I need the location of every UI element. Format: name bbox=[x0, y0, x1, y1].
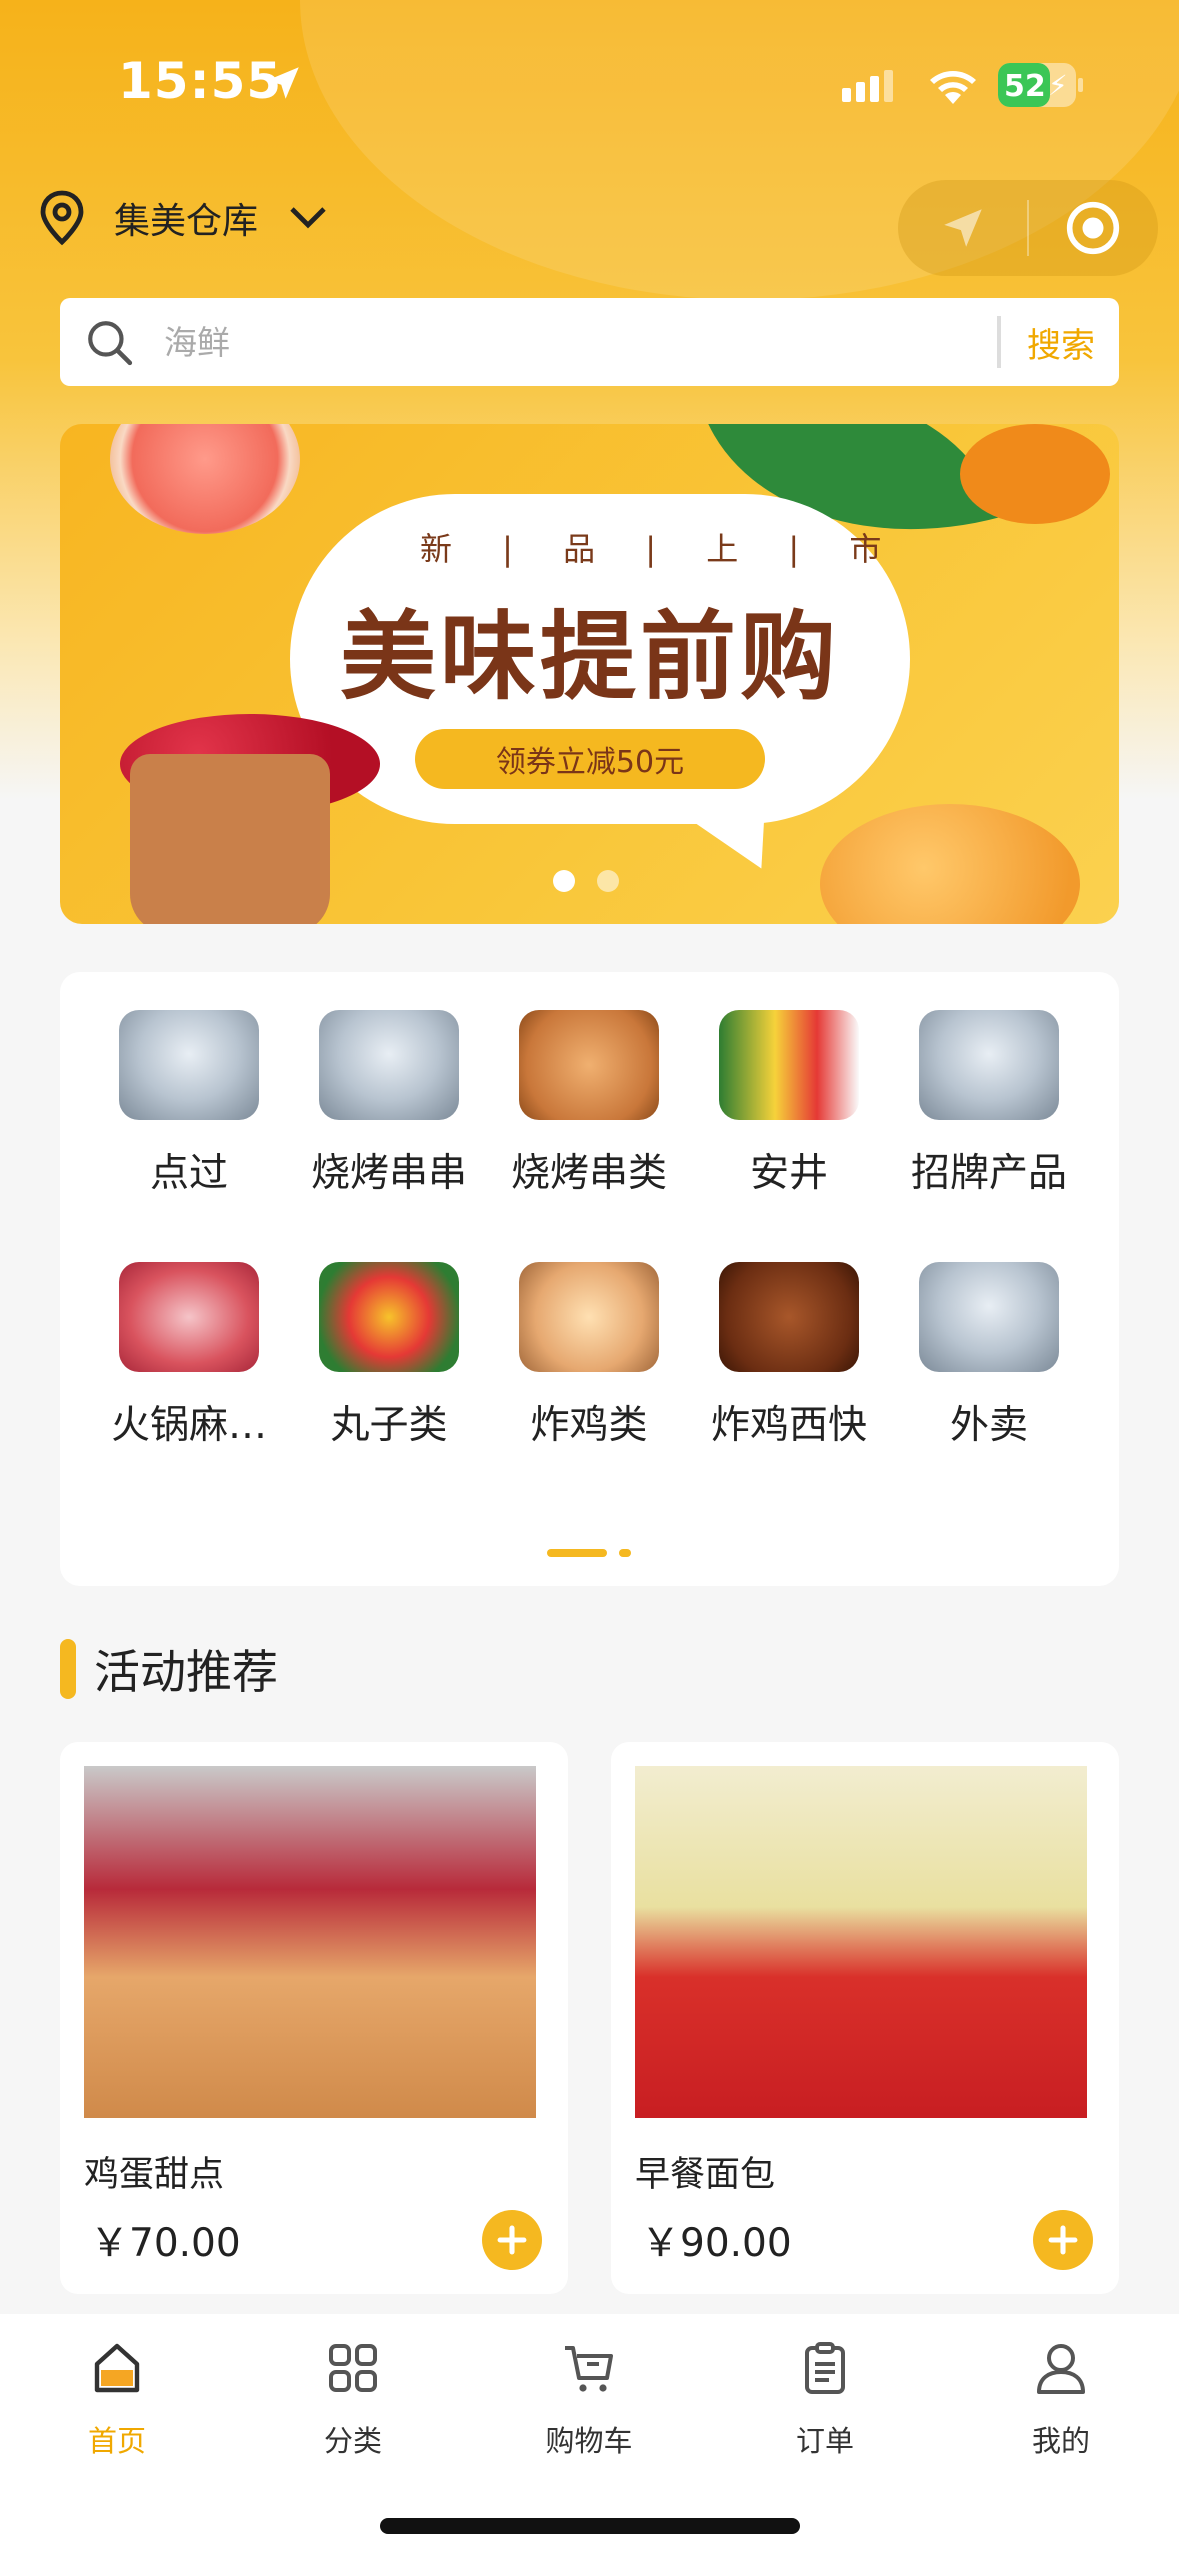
target-icon bbox=[1067, 201, 1120, 255]
user-icon bbox=[1037, 2344, 1085, 2394]
chevron-down-icon bbox=[290, 207, 326, 229]
banner-pagination bbox=[553, 870, 619, 892]
category-label: 安井 bbox=[749, 1151, 828, 1196]
category-label: 丸子类 bbox=[330, 1403, 448, 1448]
tab-category[interactable]: 分类 bbox=[253, 2338, 453, 2460]
cart-icon bbox=[565, 2346, 613, 2392]
charging-bolt-icon: ⚡ bbox=[1048, 69, 1068, 102]
banner-headline: 美味提前购 bbox=[340, 600, 840, 713]
category-item[interactable]: 丸子类 bbox=[289, 1262, 489, 1450]
category-label: 点过 bbox=[149, 1151, 228, 1196]
search-button[interactable]: 搜索 bbox=[1001, 318, 1119, 367]
category-grid: 点过 烧烤串串 烧烤串类 安井 招牌产品 火锅麻… 丸子类 炸鸡类 炸鸡西快 外… bbox=[60, 972, 1119, 1586]
category-item[interactable]: 外卖 bbox=[889, 1262, 1089, 1450]
product-price: ￥90.00 bbox=[641, 2221, 792, 2266]
tab-orders[interactable]: 订单 bbox=[725, 2338, 925, 2460]
grapefruit-image bbox=[110, 424, 300, 534]
capsule-close-button[interactable] bbox=[1029, 180, 1158, 276]
add-to-cart-button[interactable] bbox=[1033, 2210, 1093, 2270]
orange-image bbox=[960, 424, 1110, 524]
tab-label: 分类 bbox=[323, 2424, 382, 2458]
tab-home[interactable]: 首页 bbox=[17, 2338, 217, 2460]
clipboard-icon bbox=[805, 2342, 845, 2394]
grid-icon bbox=[329, 2344, 377, 2392]
plus-icon bbox=[497, 2225, 527, 2255]
category-item[interactable]: 招牌产品 bbox=[889, 1010, 1089, 1198]
promo-banner[interactable]: 新 | 品 | 上 | 市 美味提前购 领券立减50元 bbox=[60, 424, 1119, 924]
banner-subtitle: 新 | 品 | 上 | 市 bbox=[420, 530, 902, 568]
category-image bbox=[119, 1010, 259, 1120]
category-label: 炸鸡类 bbox=[530, 1403, 648, 1448]
category-label: 火锅麻… bbox=[110, 1403, 267, 1448]
navigation-arrow-icon bbox=[943, 209, 982, 247]
category-item[interactable]: 安井 bbox=[689, 1010, 889, 1198]
section-accent-bar bbox=[60, 1639, 76, 1699]
tab-label: 订单 bbox=[795, 2424, 854, 2458]
category-page-indicator bbox=[547, 1549, 631, 1557]
coupon-pill: 领券立减50元 bbox=[415, 729, 765, 789]
battery-indicator: 52 ⚡ bbox=[998, 63, 1083, 107]
product-name: 早餐面包 bbox=[635, 2155, 776, 2195]
map-pin-icon bbox=[40, 190, 84, 246]
category-image bbox=[119, 1262, 259, 1372]
category-image bbox=[719, 1262, 859, 1372]
category-image bbox=[919, 1262, 1059, 1372]
category-item[interactable]: 烧烤串类 bbox=[489, 1010, 689, 1198]
category-label: 招牌产品 bbox=[910, 1151, 1067, 1196]
category-item[interactable]: 烧烤串串 bbox=[289, 1010, 489, 1198]
mini-program-capsule bbox=[898, 180, 1158, 276]
category-image bbox=[519, 1010, 659, 1120]
apricots-image bbox=[820, 804, 1080, 924]
wifi-icon bbox=[930, 71, 976, 104]
tab-label: 我的 bbox=[1031, 2424, 1090, 2458]
add-to-cart-button[interactable] bbox=[482, 2210, 542, 2270]
category-label: 炸鸡西快 bbox=[710, 1403, 867, 1448]
category-item[interactable]: 炸鸡西快 bbox=[689, 1262, 889, 1450]
location-arrow-icon bbox=[267, 67, 299, 99]
category-item[interactable]: 火锅麻… bbox=[89, 1262, 289, 1450]
plus-icon bbox=[1048, 2225, 1078, 2255]
category-image bbox=[719, 1010, 859, 1120]
tab-cart[interactable]: 购物车 bbox=[489, 2338, 689, 2460]
status-time: 15:55 bbox=[118, 52, 283, 110]
tab-label: 首页 bbox=[87, 2424, 146, 2458]
product-image bbox=[84, 1766, 536, 2118]
banner-dot-1[interactable] bbox=[553, 870, 575, 892]
search-input[interactable] bbox=[164, 322, 997, 362]
basket-image bbox=[130, 754, 330, 924]
location-name: 集美仓库 bbox=[114, 201, 259, 242]
banner-dot-2[interactable] bbox=[597, 870, 619, 892]
battery-level: 52 bbox=[1004, 69, 1046, 104]
category-item[interactable]: 点过 bbox=[89, 1010, 289, 1198]
category-label: 外卖 bbox=[949, 1403, 1028, 1448]
category-label: 烧烤串类 bbox=[510, 1151, 667, 1196]
category-image bbox=[519, 1262, 659, 1372]
product-name: 鸡蛋甜点 bbox=[84, 2155, 225, 2195]
cellular-signal-icon bbox=[842, 70, 893, 102]
category-image bbox=[319, 1262, 459, 1372]
location-selector[interactable]: 集美仓库 bbox=[38, 190, 328, 246]
search-icon bbox=[88, 321, 133, 366]
search-bar: 搜索 bbox=[60, 298, 1119, 386]
tab-profile[interactable]: 我的 bbox=[961, 2338, 1161, 2460]
category-image bbox=[919, 1010, 1059, 1120]
home-indicator bbox=[380, 2518, 800, 2534]
tab-label: 购物车 bbox=[545, 2424, 633, 2458]
status-bar: 15:55 52 ⚡ bbox=[0, 0, 1179, 170]
product-image bbox=[635, 1766, 1087, 2118]
home-icon bbox=[94, 2343, 140, 2393]
section-title: 活动推荐 bbox=[94, 1645, 278, 1699]
capsule-locate-button[interactable] bbox=[898, 180, 1027, 276]
category-image bbox=[319, 1010, 459, 1120]
section-header: 活动推荐 bbox=[60, 1636, 278, 1702]
category-label: 烧烤串串 bbox=[310, 1151, 467, 1196]
product-card[interactable]: 鸡蛋甜点 ￥70.00 bbox=[60, 1742, 568, 2294]
product-price: ￥70.00 bbox=[90, 2221, 241, 2266]
product-card[interactable]: 早餐面包 ￥90.00 bbox=[611, 1742, 1119, 2294]
category-item[interactable]: 炸鸡类 bbox=[489, 1262, 689, 1450]
